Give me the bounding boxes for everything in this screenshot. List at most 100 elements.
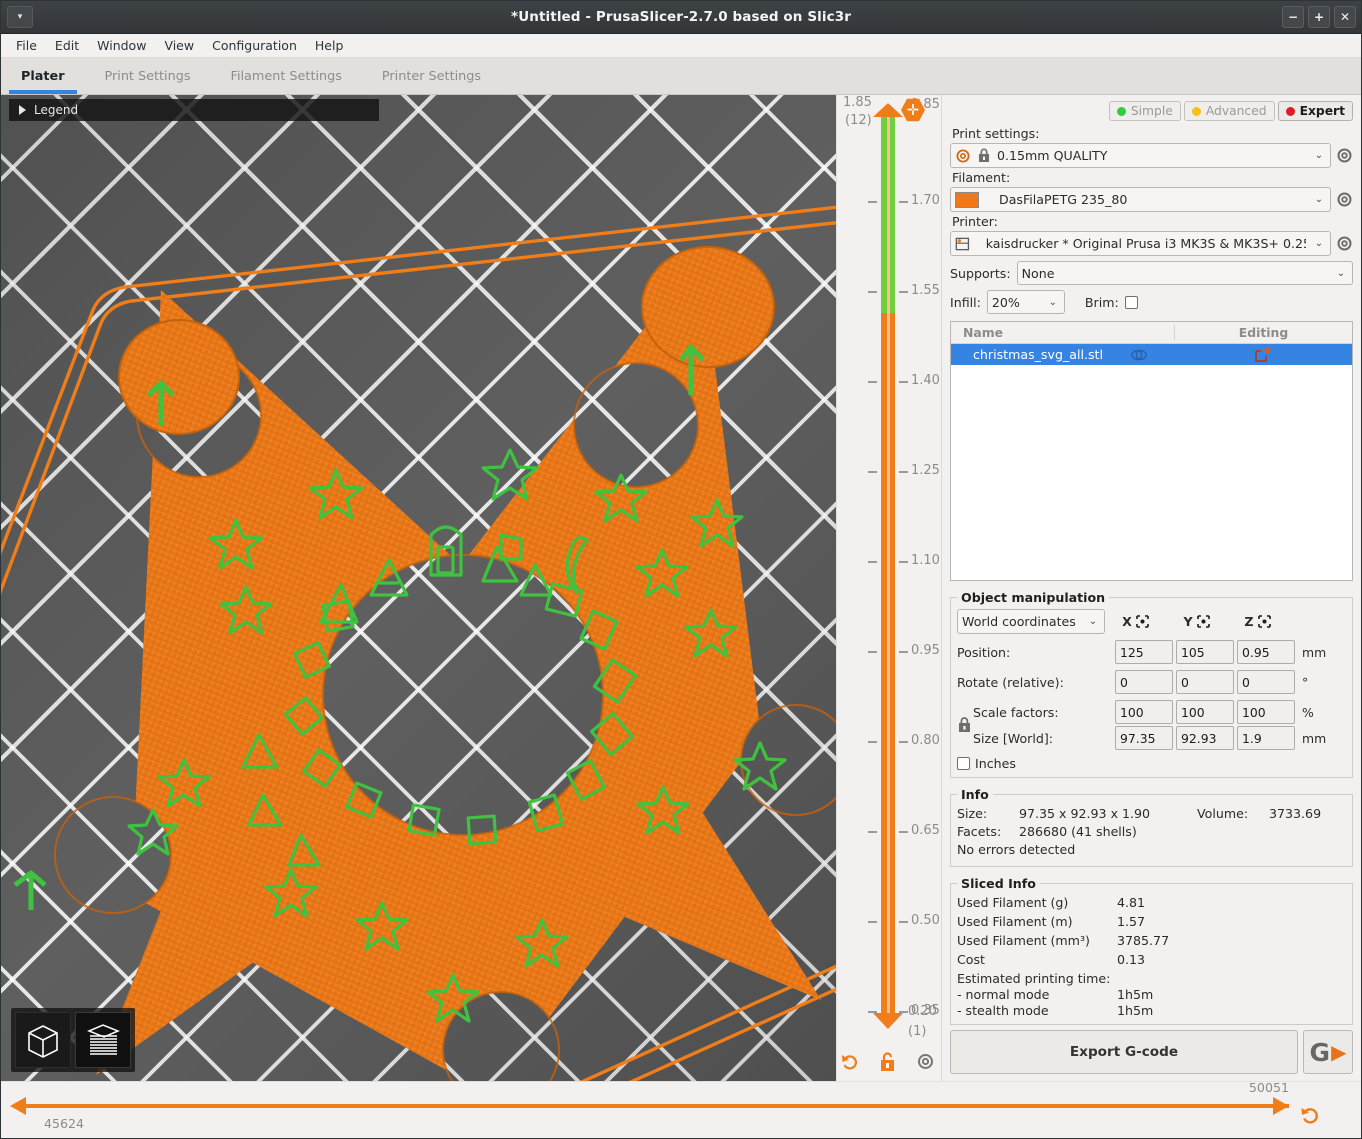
mode-simple-label: Simple xyxy=(1130,104,1173,118)
filament-row: DasFilaPETG 235_80 ⌄ xyxy=(950,187,1353,212)
size-unit: mm xyxy=(1302,730,1327,746)
filament-combo[interactable]: DasFilaPETG 235_80 ⌄ xyxy=(950,187,1331,212)
info-size-row: Size: 97.35 x 92.93 x 1.90 Volume: 3733.… xyxy=(957,806,1346,821)
scale-x-input[interactable] xyxy=(1115,700,1173,724)
preview-view-button[interactable] xyxy=(75,1012,131,1068)
menu-bar: File Edit Window View Configuration Help xyxy=(1,34,1361,58)
menu-configuration[interactable]: Configuration xyxy=(203,36,306,55)
scale-z-input[interactable] xyxy=(1237,700,1295,724)
maximize-button[interactable]: + xyxy=(1308,6,1330,28)
info-errors-row: No errors detected xyxy=(957,842,1346,857)
print-settings-edit-button[interactable] xyxy=(1336,147,1353,164)
mode-expert-button[interactable]: Expert xyxy=(1277,101,1353,121)
window-menu-button[interactable]: ▾ xyxy=(7,6,33,28)
object-manipulation-title: Object manipulation xyxy=(961,590,1106,605)
filament-label: Filament: xyxy=(952,170,1011,185)
layer-upper-handle[interactable] xyxy=(873,103,903,117)
print-settings-row: 0.15mm QUALITY ⌄ xyxy=(950,143,1353,168)
printer-combo[interactable]: kaisdrucker * Original Prusa i3 MK3S & M… xyxy=(950,231,1331,256)
layers-icon xyxy=(87,1024,120,1055)
object-list-header: Name Editing xyxy=(951,322,1352,344)
tab-printer-settings[interactable]: Printer Settings xyxy=(362,58,501,94)
column-name: Name xyxy=(963,325,1004,340)
print-settings-label: Print settings: xyxy=(952,126,1040,141)
position-z-input[interactable] xyxy=(1237,640,1295,664)
layer-top-value: 1.85 xyxy=(843,95,872,110)
menu-window[interactable]: Window xyxy=(88,36,155,55)
tab-plater[interactable]: Plater xyxy=(1,58,85,94)
menu-edit[interactable]: Edit xyxy=(46,36,88,55)
table-row[interactable]: christmas_svg_all.stl xyxy=(951,344,1352,365)
axis-label-z: Z xyxy=(1244,614,1254,629)
filament-m-value: 1.57 xyxy=(1117,914,1146,929)
export-gcode-button[interactable]: Export G-code xyxy=(950,1030,1298,1074)
moves-slider-right-handle[interactable] xyxy=(1273,1097,1289,1115)
cog-icon[interactable] xyxy=(916,1052,935,1071)
filament-value: DasFilaPETG 235_80 xyxy=(999,192,1128,207)
prusaslicer-window: ▾ *Untitled - PrusaSlicer-2.7.0 based on… xyxy=(0,0,1362,1139)
tab-filament-settings[interactable]: Filament Settings xyxy=(211,58,362,94)
uniform-scale-lock-icon[interactable] xyxy=(957,717,972,733)
object-extruder-cell[interactable] xyxy=(1103,348,1175,362)
object-editing-cell[interactable] xyxy=(1175,347,1352,363)
send-gcode-button[interactable]: G ▶ xyxy=(1303,1030,1353,1074)
print-settings-combo[interactable]: 0.15mm QUALITY ⌄ xyxy=(950,143,1331,168)
legend-toggle[interactable]: Legend xyxy=(9,99,379,121)
inches-row: Inches xyxy=(957,756,1346,771)
brim-checkbox[interactable] xyxy=(1124,295,1138,309)
tab-print-settings[interactable]: Print Settings xyxy=(85,58,211,94)
filament-edit-button[interactable] xyxy=(1336,191,1353,208)
close-button[interactable]: ✕ xyxy=(1334,6,1356,28)
editor-view-button[interactable] xyxy=(15,1012,71,1068)
rotate-z-input[interactable] xyxy=(1237,670,1295,694)
3d-viewport[interactable]: Legend xyxy=(1,95,836,1081)
printer-value: kaisdrucker * Original Prusa i3 MK3S & M… xyxy=(985,236,1306,251)
revert-icon[interactable] xyxy=(1299,1104,1321,1126)
reset-axis-icon[interactable] xyxy=(1196,615,1210,628)
position-x-input[interactable] xyxy=(1115,640,1173,664)
chevron-right-icon xyxy=(19,105,26,115)
revert-icon[interactable] xyxy=(840,1052,860,1072)
infill-combo[interactable]: 20% ⌄ xyxy=(986,290,1065,314)
window-title: *Untitled - PrusaSlicer-2.7.0 based on S… xyxy=(511,9,851,25)
action-bar: Export G-code G ▶ xyxy=(950,1025,1353,1081)
menu-file[interactable]: File xyxy=(7,36,46,55)
size-z-input[interactable] xyxy=(1237,726,1295,750)
cost-value: 0.13 xyxy=(1117,952,1146,967)
supports-combo[interactable]: None ⌄ xyxy=(1016,261,1353,285)
scale-row: Scale factors: % xyxy=(957,700,1346,724)
size-x-input[interactable] xyxy=(1115,726,1173,750)
printed-object xyxy=(1,95,836,1081)
minimize-button[interactable]: − xyxy=(1282,6,1304,28)
mode-selector: Simple Advanced Expert xyxy=(950,101,1353,121)
moves-left-value: 45624 xyxy=(44,1116,85,1131)
position-y-input[interactable] xyxy=(1176,640,1234,664)
moves-slider-track[interactable] xyxy=(19,1104,1289,1108)
rotate-unit: ° xyxy=(1302,674,1309,690)
sliced-row: Cost 0.13 xyxy=(957,952,1346,967)
coordinate-space-combo[interactable]: World coordinates ⌄ xyxy=(957,609,1105,634)
layer-slider[interactable]: 1.85 (12) 1.85 ✛ 1.70 1.55 1.40 1.25 1.1… xyxy=(836,95,941,1081)
moves-slider[interactable]: 45624 50051 xyxy=(1,1080,1361,1138)
mode-simple-button[interactable]: Simple xyxy=(1108,101,1181,121)
printer-row: kaisdrucker * Original Prusa i3 MK3S & M… xyxy=(950,231,1353,256)
lock-open-icon[interactable] xyxy=(878,1051,898,1073)
mode-advanced-button[interactable]: Advanced xyxy=(1183,101,1275,121)
scale-y-input[interactable] xyxy=(1176,700,1234,724)
position-unit: mm xyxy=(1302,644,1327,660)
layer-lower-handle[interactable] xyxy=(873,1013,903,1029)
brim-label: Brim: xyxy=(1084,294,1119,310)
printer-edit-button[interactable] xyxy=(1336,235,1353,252)
reset-axis-icon[interactable] xyxy=(1136,615,1149,628)
menu-view[interactable]: View xyxy=(155,36,203,55)
rotate-y-input[interactable] xyxy=(1176,670,1234,694)
rotate-x-input[interactable] xyxy=(1115,670,1173,694)
layer-tick-3: 1.40 xyxy=(911,373,940,388)
size-row: Size [World]: mm xyxy=(957,717,1346,750)
inches-checkbox[interactable] xyxy=(957,757,970,770)
reset-axis-icon[interactable] xyxy=(1257,615,1271,628)
info-size-value: 97.35 x 92.93 x 1.90 xyxy=(1019,806,1151,821)
object-list[interactable]: Name Editing christmas_svg_all.stl xyxy=(950,321,1353,581)
size-y-input[interactable] xyxy=(1176,726,1234,750)
menu-help[interactable]: Help xyxy=(306,36,353,55)
